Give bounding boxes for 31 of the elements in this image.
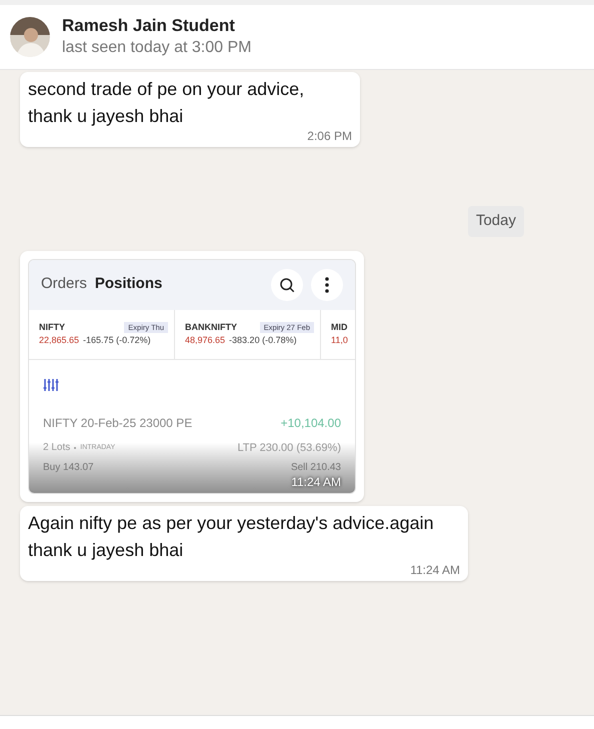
index-price: 48,976.65 — [185, 334, 226, 347]
message-time: 2:06 PM — [307, 130, 352, 143]
more-icon — [325, 276, 329, 292]
sell-price: Sell 210.43 — [290, 461, 341, 475]
lots-count: 2 Lots — [43, 441, 70, 456]
message-text: second trade of pe on your advice, thank u jayesh bhai — [28, 79, 304, 126]
buy-price: Buy 143.07 — [43, 461, 94, 475]
index-price: 11,0 — [331, 334, 348, 347]
ltp-value: LTP 230.00 (53.69%) — [237, 440, 341, 456]
contact-name: Ramesh Jain Student — [62, 15, 236, 37]
position-symbol: NIFTY 20-Feb-25 23000 PE — [43, 414, 192, 432]
position-pnl: +10,104.00 — [280, 414, 341, 432]
index-name: MID — [331, 320, 348, 334]
index-price: 22,865.65 — [39, 334, 80, 347]
tab[interactable]: Orders — [41, 273, 87, 296]
message-time: 11:24 AM — [291, 475, 341, 489]
index-change: -383.20 (-0.78%) — [229, 334, 297, 347]
search-icon — [278, 276, 296, 294]
more-button[interactable] — [311, 268, 343, 300]
last-seen-status: last seen today at 3:00 PM — [62, 38, 252, 58]
message-text: Again nifty pe as per your yesterday's advice.again thank u jayesh bhai — [28, 513, 434, 560]
tab[interactable]: Positions — [94, 273, 162, 296]
index-name: NIFTY — [39, 320, 65, 334]
message-time: 11:24 AM — [410, 564, 460, 577]
index-change: -165.75 (-0.72%) — [83, 334, 151, 347]
index-card[interactable]: MID 11,0 — [321, 310, 355, 358]
date-chip: Today — [468, 206, 524, 236]
filter-icon — [43, 378, 59, 392]
search-button[interactable] — [271, 268, 303, 300]
avatar — [10, 17, 50, 57]
index-name: BANKNIFTY — [185, 320, 237, 334]
